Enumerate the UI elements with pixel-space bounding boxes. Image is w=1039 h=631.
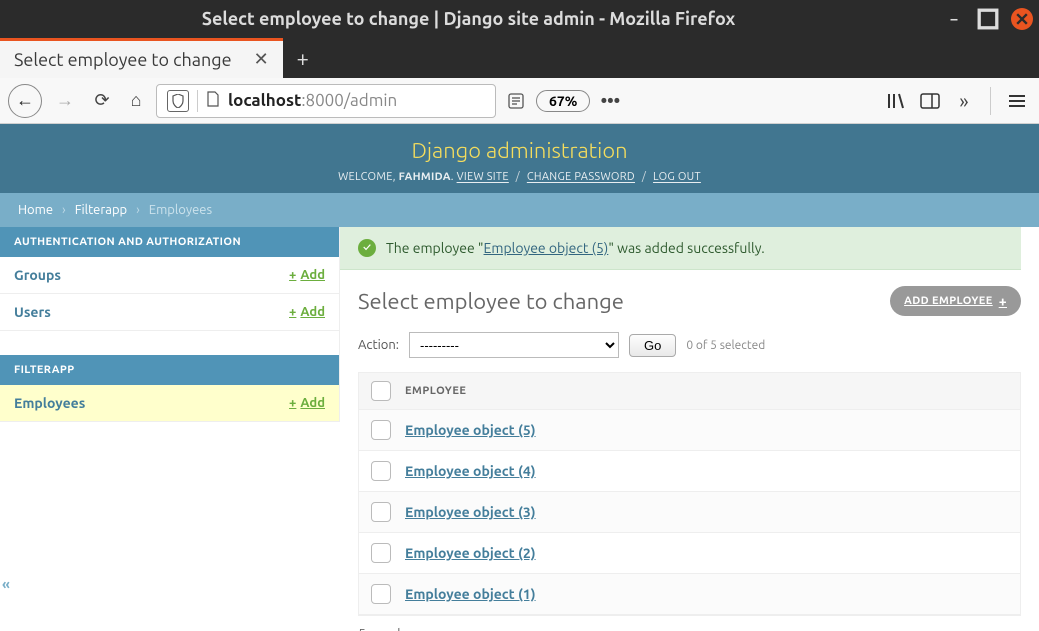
table-header: EMPLOYEE [359,373,1020,410]
success-post: " was added successfully. [608,240,764,256]
row-link[interactable]: Employee object (3) [405,504,536,520]
page-content: Django administration WELCOME, FAHMIDA. … [0,124,1039,631]
column-employee[interactable]: EMPLOYEE [405,385,466,397]
action-label: Action: [358,338,399,352]
action-select[interactable]: --------- [409,332,619,358]
user-links: WELCOME, FAHMIDA. VIEW SITE / CHANGE PAS… [0,171,1039,183]
back-button[interactable]: ← [8,84,42,118]
new-tab-button[interactable]: + [283,38,323,78]
add-users-link[interactable]: +Add [289,305,325,319]
django-header: Django administration WELCOME, FAHMIDA. … [0,124,1039,193]
url-path: /admin [344,91,397,110]
success-pre: The employee " [386,240,484,256]
window-maximize-button[interactable] [977,8,999,30]
logout-link[interactable]: LOG OUT [653,171,701,183]
row-link[interactable]: Employee object (1) [405,586,536,602]
page-heading: Select employee to change [358,289,624,314]
success-object-link[interactable]: Employee object (5) [484,240,609,256]
url-host: localhost [228,91,301,110]
change-password-link[interactable]: CHANGE PASSWORD [527,171,635,183]
row-checkbox[interactable] [371,461,391,481]
forward-button[interactable]: → [48,84,82,118]
table-row: Employee object (1) [359,574,1020,615]
add-employee-button[interactable]: ADD EMPLOYEE + [890,286,1021,316]
admin-sidebar: AUTHENTICATION AND AUTHORIZATION Groups … [0,227,340,422]
breadcrumb-home[interactable]: Home [18,203,53,217]
url-text: localhost:8000/admin [228,91,397,110]
table-row: Employee object (3) [359,492,1020,533]
home-button[interactable]: ⌂ [122,87,150,115]
table-row: Employee object (4) [359,451,1020,492]
urlbar-separator [197,90,198,112]
browser-tab-active[interactable]: Select employee to change ✕ [0,38,283,78]
select-all-checkbox[interactable] [371,381,391,401]
sidebar-collapse-toggle[interactable]: « [2,576,10,592]
django-brand: Django administration [0,138,1039,163]
breadcrumb: Home › Filterapp › Employees [0,193,1039,227]
tab-close-button[interactable]: ✕ [242,49,269,70]
model-link-groups[interactable]: Groups [14,267,61,283]
row-checkbox[interactable] [371,543,391,563]
page-info-icon[interactable] [206,91,220,111]
overflow-icon[interactable]: » [950,87,978,115]
browser-tabstrip: Select employee to change ✕ + [0,38,1039,78]
page-actions-button[interactable]: ••• [596,87,624,115]
success-message: ✓ The employee "Employee object (5)" was… [340,227,1021,270]
row-checkbox[interactable] [371,420,391,440]
plus-icon: + [999,293,1007,309]
breadcrumb-current: Employees [149,203,212,217]
tracking-shield-icon[interactable] [167,90,189,112]
add-employees-link[interactable]: +Add [289,396,325,410]
window-title: Select employee to change | Django site … [6,9,931,29]
row-link[interactable]: Employee object (4) [405,463,536,479]
row-link[interactable]: Employee object (2) [405,545,536,561]
go-button[interactable]: Go [629,334,676,357]
window-minimize-button[interactable]: – [943,8,965,30]
reload-button[interactable]: ⟳ [88,87,116,115]
main-panel: ✓ The employee "Employee object (5)" was… [340,227,1039,631]
row-checkbox[interactable] [371,584,391,604]
selection-count: 0 of 5 selected [686,339,765,352]
window-close-button[interactable] [1011,8,1033,30]
add-employee-label: ADD EMPLOYEE [904,295,993,307]
library-icon[interactable] [882,87,910,115]
sidebar-toggle-icon[interactable] [916,87,944,115]
view-site-link[interactable]: VIEW SITE [457,171,509,183]
model-link-employees[interactable]: Employees [14,395,85,411]
breadcrumb-app[interactable]: Filterapp [75,203,127,217]
toolbar-separator [990,87,991,115]
tab-title: Select employee to change [14,50,232,70]
sidebar-header-auth: AUTHENTICATION AND AUTHORIZATION [0,227,339,257]
browser-toolbar: ← → ⟳ ⌂ localhost:8000/admin 67% ••• [0,78,1039,124]
result-count: 5 employees [358,626,1021,631]
row-link[interactable]: Employee object (5) [405,422,536,438]
url-bar[interactable]: localhost:8000/admin [156,84,496,118]
row-checkbox[interactable] [371,502,391,522]
action-row: Action: --------- Go 0 of 5 selected [340,328,1021,372]
add-groups-link[interactable]: +Add [289,268,325,282]
os-titlebar: Select employee to change | Django site … [0,0,1039,38]
sidebar-header-filterapp: FILTERAPP [0,355,339,385]
table-row: Employee object (5) [359,410,1020,451]
sidebar-item-groups: Groups +Add [0,257,339,294]
hamburger-menu-button[interactable] [1003,87,1031,115]
model-link-users[interactable]: Users [14,304,51,320]
zoom-indicator[interactable]: 67% [536,90,590,112]
reader-mode-icon[interactable] [502,87,530,115]
table-row: Employee object (2) [359,533,1020,574]
results-table: EMPLOYEE Employee object (5) Employee ob… [358,372,1021,616]
welcome-label: WELCOME, [338,171,396,183]
url-port: :8000 [301,91,344,110]
sidebar-item-employees: Employees +Add [0,385,339,422]
username: FAHMIDA [399,171,451,183]
success-check-icon: ✓ [358,239,376,257]
sidebar-item-users: Users +Add [0,294,339,331]
